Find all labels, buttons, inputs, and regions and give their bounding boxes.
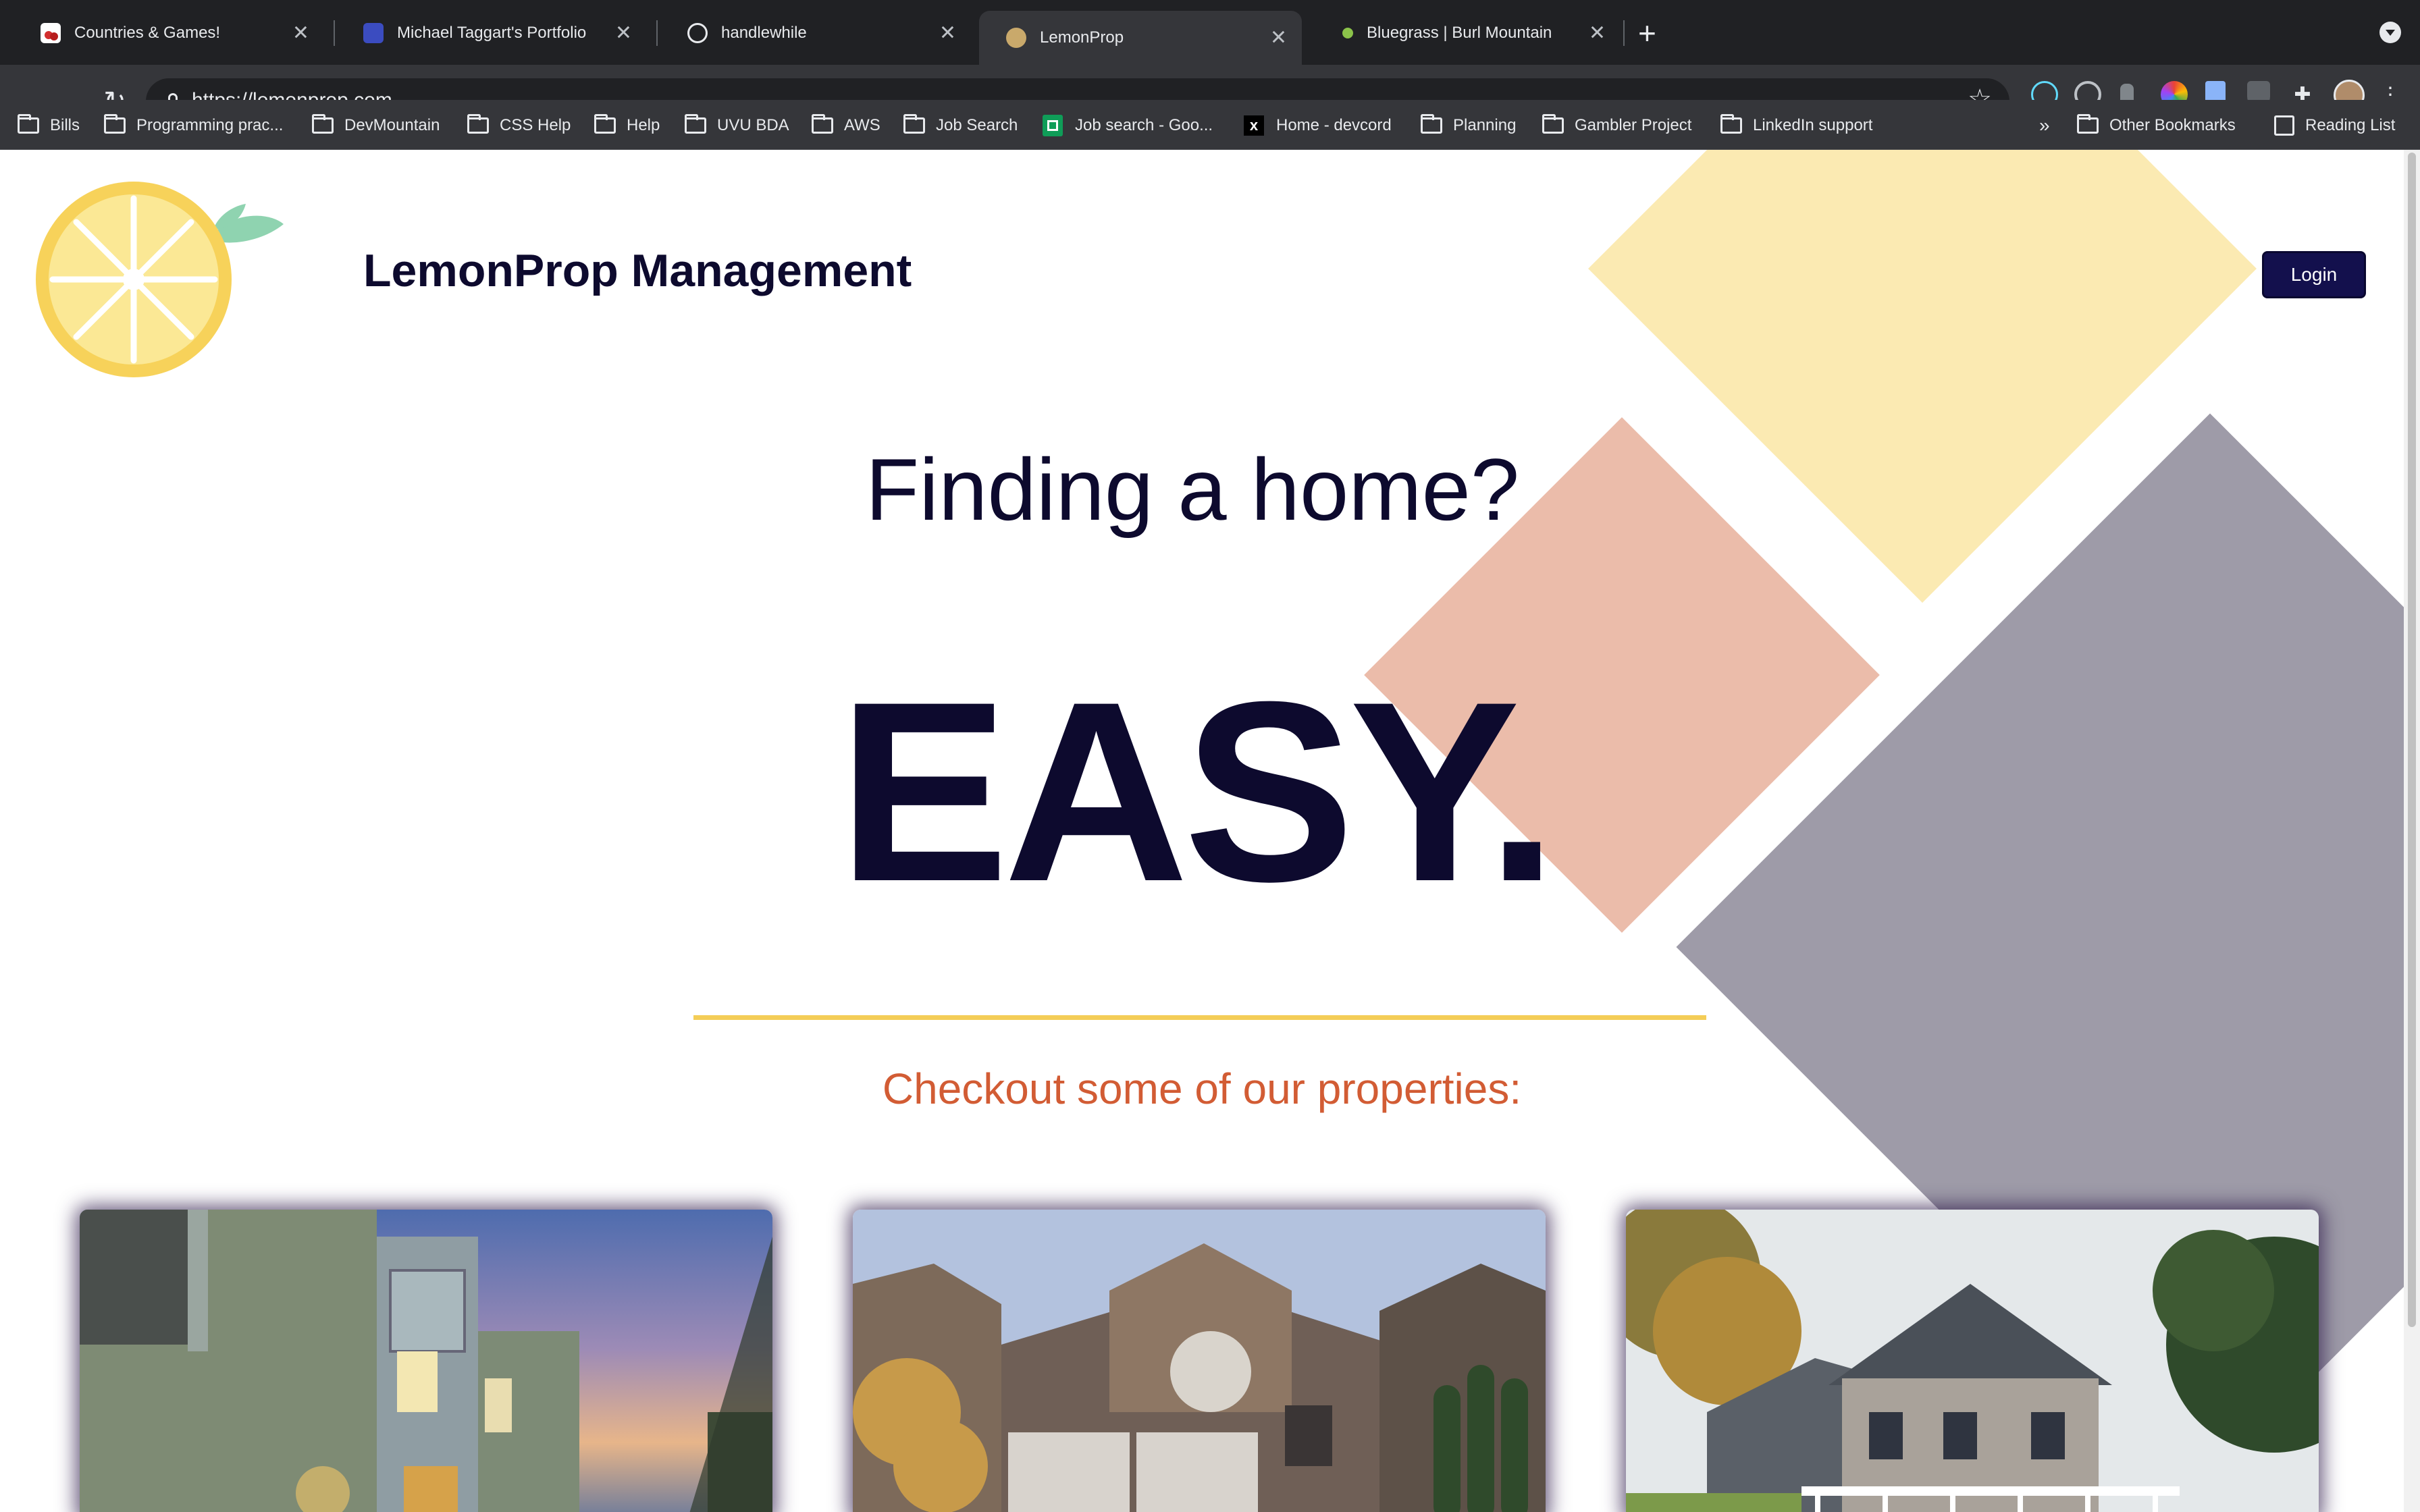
folder-icon bbox=[1421, 114, 1442, 134]
hero-headline: Finding a home? bbox=[865, 440, 1520, 539]
tab-handlewhile[interactable]: handlewhile ✕ bbox=[660, 9, 971, 57]
bookmark-label: Home - devcord bbox=[1276, 116, 1392, 134]
new-tab-icon[interactable]: + bbox=[1638, 15, 1656, 51]
bookmark-label: Other Bookmarks bbox=[2109, 116, 2236, 134]
folder-icon bbox=[104, 114, 126, 134]
portfolio-favicon-icon bbox=[363, 23, 384, 43]
devcord-icon: x bbox=[1244, 115, 1264, 136]
tab-title: Bluegrass | Burl Mountain bbox=[1367, 24, 1552, 42]
bookmark-label: UVU BDA bbox=[717, 116, 789, 134]
bookmark-label: Help bbox=[627, 116, 660, 134]
bookmark-devmountain[interactable]: DevMountain bbox=[312, 111, 440, 140]
tab-separator bbox=[334, 20, 335, 46]
folder-icon bbox=[685, 114, 706, 134]
property-card[interactable] bbox=[853, 1210, 1546, 1512]
tab-separator bbox=[1623, 20, 1625, 46]
close-tab-icon[interactable]: ✕ bbox=[1589, 22, 1606, 45]
folder-icon bbox=[903, 114, 925, 134]
bookmark-linkedin-support[interactable]: LinkedIn support bbox=[1720, 111, 1872, 140]
bookmark-label: LinkedIn support bbox=[1753, 116, 1873, 134]
bookmark-devcord[interactable]: x Home - devcord bbox=[1244, 111, 1392, 140]
reading-list-icon bbox=[2274, 115, 2294, 136]
tab-strip: Countries & Games! ✕ Michael Taggart's P… bbox=[0, 0, 2420, 65]
bookmark-label: Bills bbox=[50, 116, 80, 134]
folder-icon bbox=[1720, 114, 1742, 134]
folder-icon bbox=[812, 114, 833, 134]
mountain-favicon-icon bbox=[1342, 28, 1353, 38]
folder-icon bbox=[2077, 114, 2099, 134]
folder-icon bbox=[594, 114, 616, 134]
tab-title: handlewhile bbox=[721, 24, 807, 42]
tab-title: LemonProp bbox=[1040, 28, 1124, 47]
bookmark-job-search-sheet[interactable]: Job search - Goo... bbox=[1043, 111, 1213, 140]
bookmark-label: Planning bbox=[1453, 116, 1517, 134]
globe-favicon-icon bbox=[687, 23, 708, 43]
close-tab-icon[interactable]: ✕ bbox=[292, 22, 309, 45]
bookmark-label: AWS bbox=[844, 116, 880, 134]
login-button[interactable]: Login bbox=[2262, 251, 2366, 298]
property-card[interactable] bbox=[80, 1210, 772, 1512]
close-tab-icon[interactable]: ✕ bbox=[615, 22, 632, 45]
folder-icon bbox=[1542, 114, 1564, 134]
tab-title: Michael Taggart's Portfolio bbox=[397, 24, 587, 42]
shingle-house-photo bbox=[1626, 1210, 2319, 1512]
bookmark-label: CSS Help bbox=[500, 116, 571, 134]
scrollbar-thumb[interactable] bbox=[2408, 153, 2416, 1327]
sheets-icon bbox=[1043, 115, 1063, 136]
bookmark-programming[interactable]: Programming prac... bbox=[104, 111, 283, 140]
page-scrollbar[interactable] bbox=[2404, 150, 2420, 1512]
bookmark-aws[interactable]: AWS bbox=[812, 111, 880, 140]
bookmark-css-help[interactable]: CSS Help bbox=[467, 111, 571, 140]
bookmark-job-search[interactable]: Job Search bbox=[903, 111, 1018, 140]
close-tab-icon[interactable]: ✕ bbox=[939, 22, 956, 45]
property-card[interactable] bbox=[1626, 1210, 2319, 1512]
reading-list-button[interactable]: Reading List bbox=[2274, 111, 2395, 140]
hero-emphasis: EASY. bbox=[837, 648, 1558, 935]
tab-separator bbox=[656, 20, 658, 46]
tab-lemonprop[interactable]: LemonProp ✕ bbox=[979, 11, 1302, 65]
bookmark-label: Gambler Project bbox=[1575, 116, 1692, 134]
bookmark-other-bookmarks[interactable]: Other Bookmarks bbox=[2077, 111, 2236, 140]
page-viewport: LemonProp Management Login Finding a hom… bbox=[0, 150, 2404, 1512]
bookmark-planning[interactable]: Planning bbox=[1421, 111, 1516, 140]
reading-list-label: Reading List bbox=[2305, 116, 2396, 134]
section-divider bbox=[693, 1015, 1706, 1020]
folder-icon bbox=[18, 114, 39, 134]
tab-search-icon[interactable] bbox=[2379, 22, 2401, 43]
bookmark-bills[interactable]: Bills bbox=[18, 111, 80, 140]
bookmarks-overflow-chevron[interactable]: » bbox=[2039, 111, 2050, 140]
bookmark-label: Job Search bbox=[936, 116, 1018, 134]
bookmark-label: Programming prac... bbox=[136, 116, 284, 134]
cherries-favicon-icon bbox=[41, 23, 61, 43]
bookmark-gambler-project[interactable]: Gambler Project bbox=[1542, 111, 1691, 140]
tab-title: Countries & Games! bbox=[74, 24, 221, 42]
close-tab-icon[interactable]: ✕ bbox=[1270, 26, 1287, 50]
tab-portfolio[interactable]: Michael Taggart's Portfolio ✕ bbox=[336, 9, 647, 57]
modern-townhouse-photo bbox=[80, 1210, 772, 1512]
folder-icon bbox=[467, 114, 489, 134]
brand-title: LemonProp Management bbox=[363, 245, 912, 296]
properties-heading: Checkout some of our properties: bbox=[882, 1064, 1522, 1113]
bookmark-label: Job search - Goo... bbox=[1075, 116, 1213, 134]
lemon-favicon-icon bbox=[1006, 28, 1026, 48]
tab-bluegrass[interactable]: Bluegrass | Burl Mountain ✕ bbox=[1310, 9, 1621, 57]
folder-icon bbox=[312, 114, 334, 134]
tab-countries-games[interactable]: Countries & Games! ✕ bbox=[14, 9, 324, 57]
brick-house-photo bbox=[853, 1210, 1546, 1512]
bookmark-help[interactable]: Help bbox=[594, 111, 660, 140]
bookmark-label: DevMountain bbox=[344, 116, 440, 134]
bookmark-uvu-bda[interactable]: UVU BDA bbox=[685, 111, 789, 140]
lemon-logo-icon bbox=[36, 182, 284, 377]
